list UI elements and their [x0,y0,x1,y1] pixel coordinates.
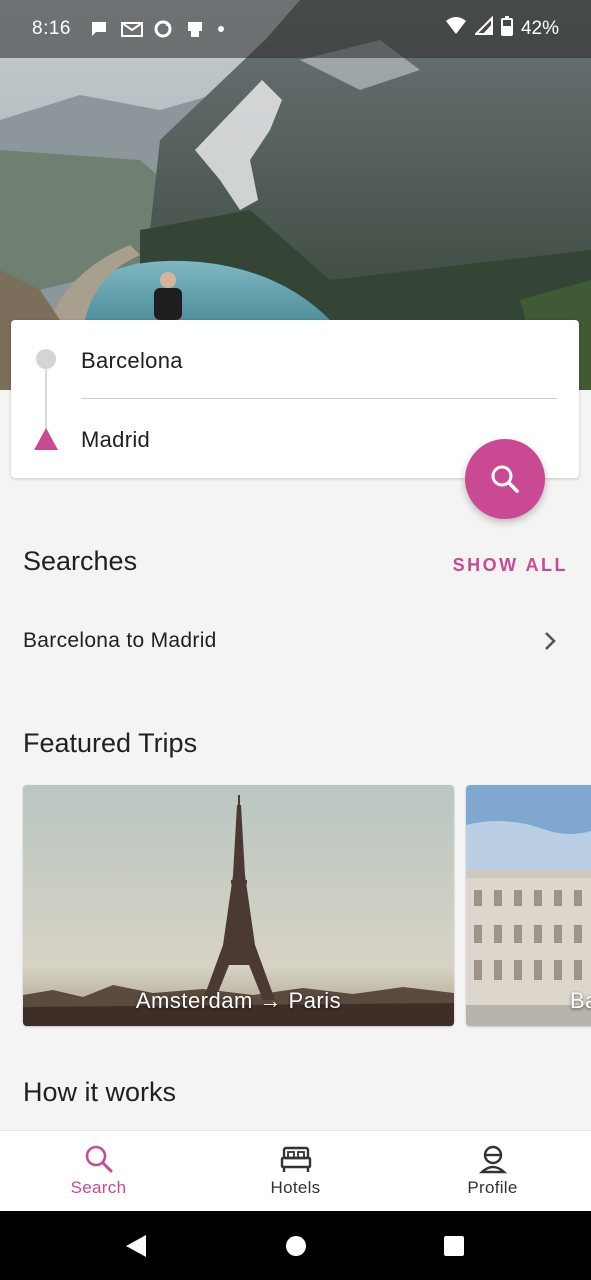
status-time: 8:16 [32,18,71,39]
nav-label-profile: Profile [467,1178,518,1197]
nav-label-hotels: Hotels [270,1178,321,1197]
featured-trip-card[interactable]: Amsterdam → Paris [23,785,454,1026]
wifi-icon [445,16,467,42]
bottom-navigation: Search Hotels Profile [0,1130,591,1212]
search-fab-button[interactable] [465,439,545,519]
nav-label-search: Search [70,1178,127,1197]
profile-icon [478,1145,507,1174]
signal-icon [473,15,493,42]
status-bar: 8:16 42% [0,0,591,58]
featured-trip-card[interactable]: Ba [466,785,591,1026]
nav-item-hotels[interactable]: Hotels [197,1131,394,1212]
search-icon [491,465,519,493]
dot-icon [217,19,227,39]
destination-triangle-icon [34,428,58,450]
mail-icon [120,19,143,39]
trip-caption: Amsterdam → Paris [135,988,342,1013]
route-connector-line [45,369,47,431]
recent-search-label: Barcelona to Madrid [23,629,217,652]
trip-caption: Ba [570,988,591,1013]
recent-search-item[interactable]: Barcelona to Madrid [0,610,591,672]
sync-icon [153,19,173,39]
nav-item-profile[interactable]: Profile [394,1131,591,1212]
origin-field[interactable]: Barcelona [81,348,183,374]
search-icon [85,1145,112,1173]
chat-bubble-icon [89,19,109,39]
how-it-works-title: How it works [23,1077,177,1107]
searches-section-title: Searches [23,546,138,576]
destination-field[interactable]: Madrid [81,427,150,453]
recents-icon[interactable] [442,1233,466,1259]
chevron-right-icon [543,630,557,657]
show-all-button[interactable]: SHOW ALL [453,555,568,576]
bed-icon [280,1146,311,1172]
battery-icon [500,16,513,42]
battery-percent: 42% [520,18,559,39]
nav-item-search[interactable]: Search [0,1131,197,1212]
system-navigation-bar [0,1211,591,1280]
featured-trips-title: Featured Trips [23,728,198,758]
print-icon [185,19,205,39]
back-icon[interactable] [124,1233,148,1259]
field-divider [81,398,557,399]
home-icon[interactable] [284,1233,308,1259]
origin-dot-icon [36,349,56,369]
